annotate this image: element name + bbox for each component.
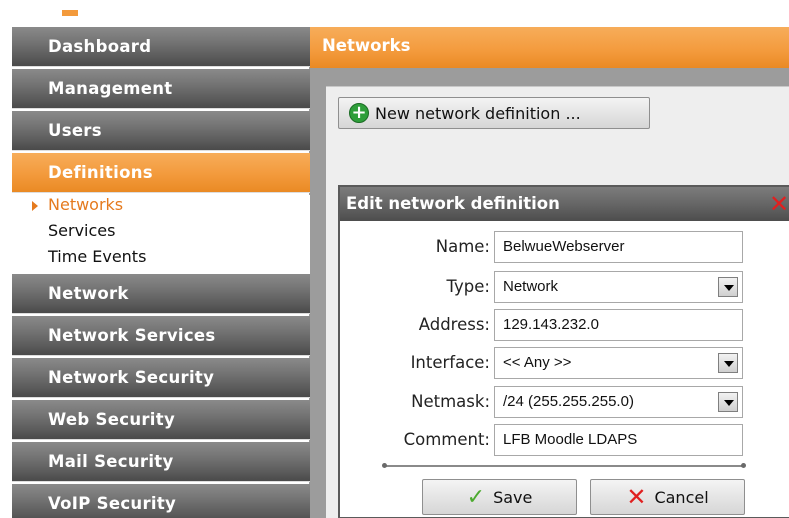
sidebar-item-label: Network Services <box>48 326 216 345</box>
cancel-label: Cancel <box>654 487 709 507</box>
comment-field[interactable]: LFB Moodle LDAPS <box>494 424 743 456</box>
sidebar-item-label: Users <box>48 121 102 140</box>
comment-label: Comment: <box>403 430 490 449</box>
chevron-down-icon[interactable] <box>718 277 738 297</box>
sidebar-item-label: Definitions <box>48 163 153 182</box>
netmask-label: Netmask: <box>411 392 490 411</box>
sidebar-item-label: Mail Security <box>48 452 174 471</box>
dialog-title: Edit network definition ✕ <box>340 187 789 221</box>
sidebar-item-network-security[interactable]: Network Security <box>12 358 310 398</box>
sidebar: Dashboard Management Users Definitions N… <box>12 27 310 518</box>
sidebar-item-label: Network <box>48 284 129 303</box>
left-edge <box>0 0 12 518</box>
netmask-select-value: /24 (255.255.255.0) <box>503 393 634 410</box>
type-label: Type: <box>446 277 490 296</box>
interface-select[interactable]: << Any >> <box>494 347 743 379</box>
current-arrow-icon <box>32 201 38 211</box>
sidebar-item-web-security[interactable]: Web Security <box>12 400 310 440</box>
new-network-definition-button[interactable]: + New network definition ... <box>338 97 650 129</box>
type-select[interactable]: Network <box>494 271 743 303</box>
sidebar-item-label: Web Security <box>48 410 175 429</box>
submenu-item-services[interactable]: Services <box>48 221 115 240</box>
interface-label: Interface: <box>410 353 490 372</box>
save-button[interactable]: ✓ Save <box>422 479 577 515</box>
interface-select-value: << Any >> <box>503 354 572 371</box>
chevron-down-icon[interactable] <box>718 353 738 373</box>
chevron-down-icon[interactable] <box>718 392 738 412</box>
submenu-item-networks[interactable]: Networks <box>48 195 123 214</box>
netmask-select[interactable]: /24 (255.255.255.0) <box>494 386 743 418</box>
resize-slider[interactable] <box>382 463 746 468</box>
save-label: Save <box>493 487 533 507</box>
close-icon[interactable]: ✕ <box>769 192 789 216</box>
name-label: Name: <box>435 237 490 256</box>
sidebar-item-label: Dashboard <box>48 37 152 56</box>
sidebar-item-network-services[interactable]: Network Services <box>12 316 310 356</box>
sidebar-item-label: VoIP Security <box>48 494 177 513</box>
slider-handle-left[interactable] <box>382 463 387 468</box>
sidebar-item-label: Management <box>48 79 173 98</box>
cancel-x-icon: ✕ <box>626 483 647 511</box>
sidebar-item-mail-security[interactable]: Mail Security <box>12 442 310 482</box>
plus-icon: + <box>349 103 369 123</box>
cancel-button[interactable]: ✕ Cancel <box>590 479 745 515</box>
name-field[interactable]: BelwueWebserver <box>494 231 743 263</box>
definitions-submenu: Networks Services Time Events <box>12 195 310 274</box>
page-title: Networks <box>310 27 789 68</box>
top-banner <box>0 0 789 27</box>
new-button-label: New network definition ... <box>375 103 581 123</box>
brand-accent <box>62 10 78 16</box>
sidebar-item-dashboard[interactable]: Dashboard <box>12 27 310 67</box>
sidebar-item-label: Network Security <box>48 368 215 387</box>
main-area: + New network definition ... Edit networ… <box>310 68 789 518</box>
slider-handle-right[interactable] <box>741 463 746 468</box>
type-select-value: Network <box>503 278 559 295</box>
sidebar-item-management[interactable]: Management <box>12 69 310 109</box>
sidebar-item-definitions[interactable]: Definitions <box>12 153 310 193</box>
check-icon: ✓ <box>466 484 486 510</box>
edit-network-dialog: Edit network definition ✕ Name: BelwueWe… <box>338 185 789 518</box>
sidebar-item-voip-security[interactable]: VoIP Security <box>12 484 310 518</box>
content-panel: + New network definition ... Edit networ… <box>326 86 789 518</box>
dialog-title-text: Edit network definition <box>346 194 560 213</box>
submenu-item-time-events[interactable]: Time Events <box>48 247 146 266</box>
address-label: Address: <box>418 315 490 334</box>
address-field[interactable]: 129.143.232.0 <box>494 309 743 341</box>
sidebar-item-users[interactable]: Users <box>12 111 310 151</box>
sidebar-item-network[interactable]: Network <box>12 274 310 314</box>
